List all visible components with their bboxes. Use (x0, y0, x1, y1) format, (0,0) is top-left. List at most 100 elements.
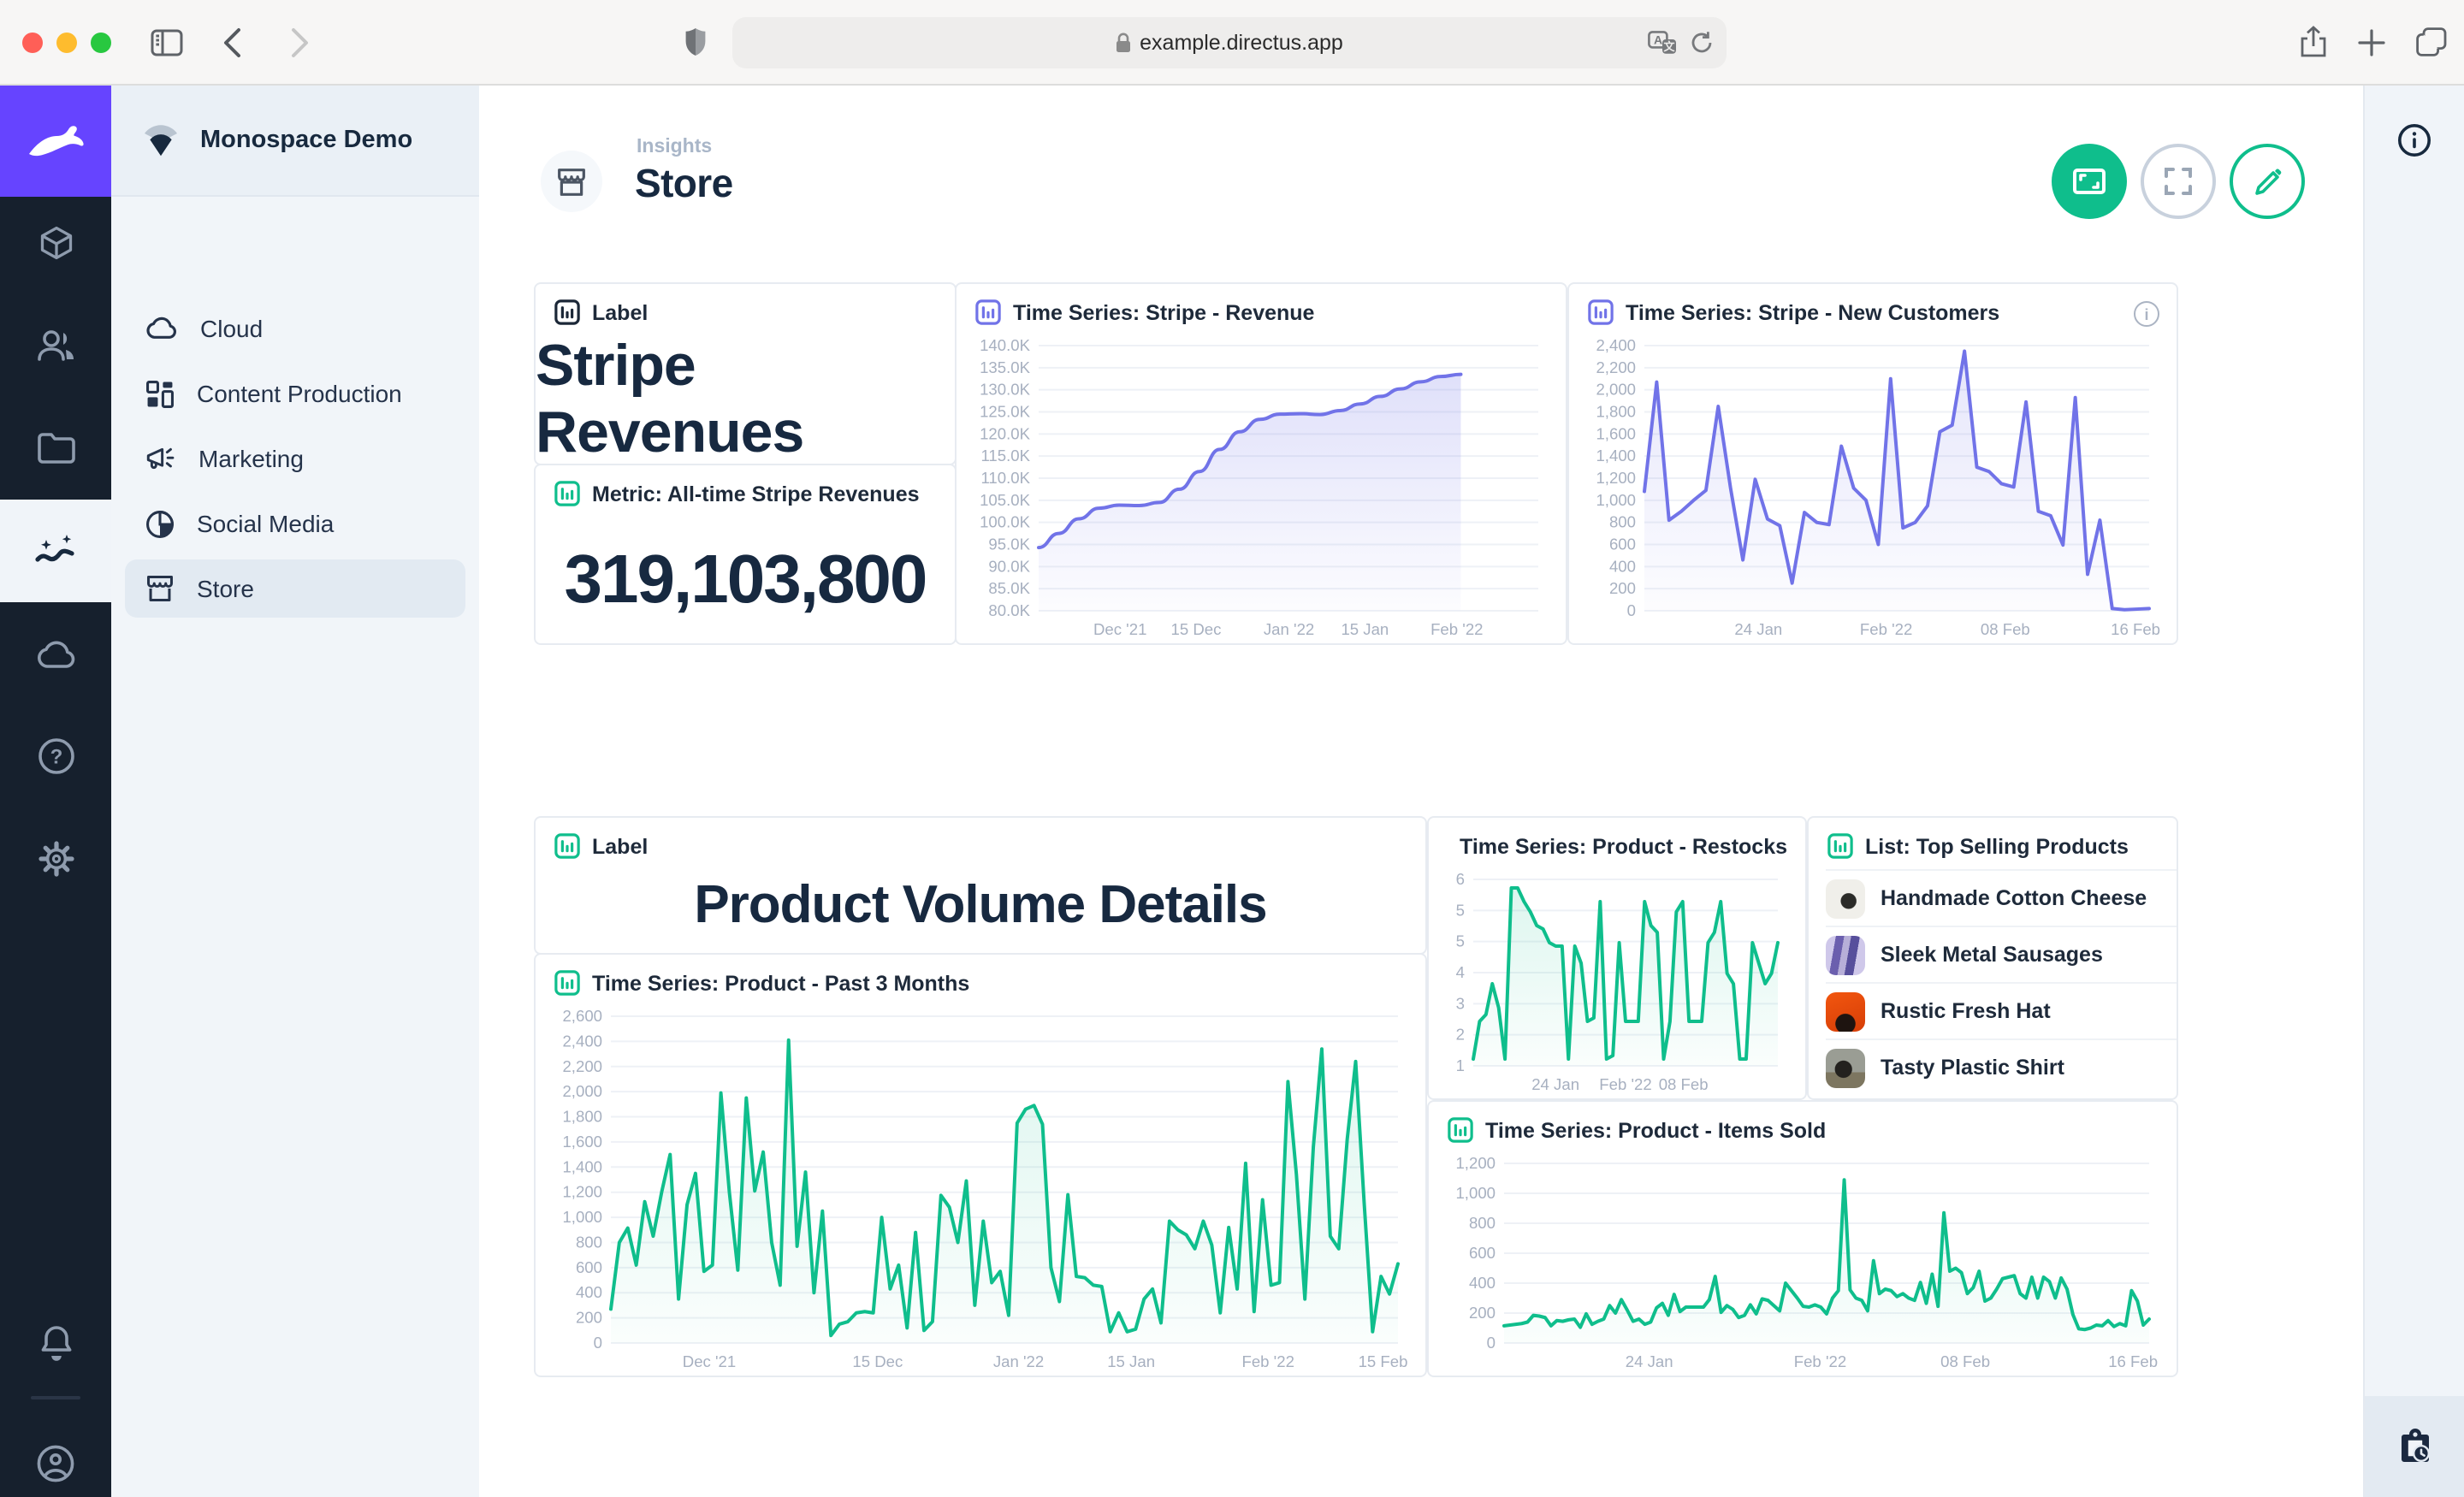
zoom-window-button[interactable] (91, 32, 111, 52)
zen-mode-button[interactable] (2052, 144, 2127, 219)
module-insights-icon[interactable] (0, 500, 111, 602)
svg-text:Feb '22: Feb '22 (1599, 1075, 1651, 1093)
svg-text:85.0K: 85.0K (988, 579, 1030, 597)
svg-text:125.0K: 125.0K (980, 403, 1031, 421)
sidebar-item-cloud[interactable]: Cloud (125, 299, 465, 358)
svg-text:200: 200 (1609, 579, 1636, 597)
panel-title: Time Series: Product - Items Sold (1485, 1118, 1826, 1142)
reload-icon[interactable] (1691, 31, 1713, 55)
module-users-icon[interactable] (0, 294, 111, 397)
sidebar-toggle-icon[interactable] (142, 18, 190, 66)
product-thumbnail (1826, 1048, 1865, 1087)
panel-timeseries-past-3-months[interactable]: Time Series: Product - Past 3 Months 2,6… (534, 953, 1427, 1377)
panel-timeseries-restocks[interactable]: Time Series: Product - Restocks 65543212… (1427, 816, 1807, 1100)
past-3-months-chart: 2,6002,4002,2002,0001,8001,6001,4001,200… (542, 1006, 1412, 1372)
list-item[interactable]: Rustic Fresh Hat (1826, 982, 2177, 1038)
sidebar-item-label: Cloud (200, 315, 263, 342)
svg-text:1,800: 1,800 (1596, 403, 1636, 421)
svg-text:135.0K: 135.0K (980, 358, 1031, 376)
panel-info-icon[interactable]: i (2134, 301, 2159, 327)
share-icon[interactable] (2300, 26, 2327, 58)
address-bar[interactable]: example.directus.app A文 (732, 17, 1727, 68)
sidebar-item-label: Social Media (197, 510, 334, 537)
svg-text:110.0K: 110.0K (980, 469, 1030, 487)
svg-text:24 Jan: 24 Jan (1531, 1075, 1579, 1093)
panel-label-product-volume[interactable]: Label Product Volume Details (534, 816, 1427, 955)
privacy-shield-icon[interactable] (671, 18, 719, 66)
svg-text:800: 800 (576, 1233, 602, 1251)
svg-text:文: 文 (1663, 40, 1675, 53)
list-item[interactable]: Handmade Cotton Cheese (1826, 869, 2177, 926)
edit-dashboard-button[interactable] (2230, 144, 2305, 219)
svg-text:120.0K: 120.0K (980, 424, 1031, 442)
svg-text:130.0K: 130.0K (980, 381, 1031, 399)
stripe-revenue-chart: 140.0K135.0K130.0K125.0K120.0K115.0K110.… (963, 335, 1552, 640)
svg-text:105.0K: 105.0K (980, 491, 1031, 509)
product-thumbnail (1826, 991, 1865, 1031)
svg-text:0: 0 (1487, 1334, 1496, 1352)
panel-title: Time Series: Stripe - New Customers (1626, 300, 1999, 324)
project-logo-icon (142, 124, 180, 157)
svg-text:15 Feb: 15 Feb (1359, 1352, 1408, 1370)
svg-text:1,400: 1,400 (562, 1157, 602, 1175)
megaphone-icon (145, 445, 176, 472)
panel-type-icon (975, 299, 1001, 325)
svg-text:24 Jan: 24 Jan (1734, 620, 1782, 638)
product-name: Sleek Metal Sausages (1881, 943, 2103, 967)
svg-text:1,400: 1,400 (1596, 447, 1636, 464)
breadcrumb[interactable]: Insights (637, 137, 712, 157)
directus-logo[interactable] (0, 86, 111, 197)
svg-text:1,600: 1,600 (562, 1133, 602, 1151)
panel-type-icon (1448, 1117, 1473, 1143)
panel-metric-stripe-revenues[interactable]: Metric: All-time Stripe Revenues 319,103… (534, 464, 957, 645)
svg-text:600: 600 (1609, 535, 1636, 553)
module-cloud-icon[interactable] (0, 602, 111, 705)
panel-list-top-selling-products[interactable]: List: Top Selling Products Handmade Cott… (1807, 816, 2178, 1100)
tab-overview-icon[interactable] (2416, 27, 2447, 56)
svg-text:100.0K: 100.0K (980, 513, 1031, 531)
module-content-icon[interactable] (0, 192, 111, 294)
sidebar-item-content-production[interactable]: Content Production (125, 364, 465, 423)
notifications-bell-icon[interactable] (0, 1292, 111, 1394)
list-item[interactable]: Tasty Plastic Shirt (1826, 1038, 2177, 1095)
navigation-sidebar: Monospace Demo Cloud Content Production … (111, 86, 479, 1497)
panel-timeseries-items-sold[interactable]: Time Series: Product - Items Sold 1,2001… (1427, 1100, 2178, 1377)
svg-text:Jan '22: Jan '22 (993, 1352, 1044, 1370)
panel-type-icon (1588, 299, 1614, 325)
translate-icon[interactable]: A文 (1648, 31, 1677, 55)
info-button[interactable] (2397, 123, 2431, 157)
svg-text:Feb '22: Feb '22 (1794, 1352, 1846, 1370)
svg-text:600: 600 (576, 1258, 602, 1276)
svg-text:1,000: 1,000 (1596, 491, 1636, 509)
panel-timeseries-stripe-revenue[interactable]: Time Series: Stripe - Revenue 140.0K135.… (955, 282, 1567, 645)
page-icon-badge (541, 151, 602, 212)
back-button[interactable] (207, 18, 255, 66)
svg-text:15 Jan: 15 Jan (1107, 1352, 1155, 1370)
svg-text:Feb '22: Feb '22 (1860, 620, 1912, 638)
forward-button[interactable] (275, 18, 323, 66)
module-settings-icon[interactable] (0, 808, 111, 910)
fullscreen-button[interactable] (2141, 144, 2216, 219)
svg-text:1,800: 1,800 (562, 1108, 602, 1126)
list-item[interactable]: Sleek Metal Sausages (1826, 926, 2177, 982)
project-chooser[interactable]: Monospace Demo (111, 86, 479, 197)
activity-log-button[interactable] (2365, 1396, 2464, 1497)
panel-label-stripe[interactable]: Label Stripe Revenues (534, 282, 957, 465)
panel-timeseries-new-customers[interactable]: Time Series: Stripe - New Customers i 2,… (1567, 282, 2178, 645)
user-avatar-icon[interactable] (0, 1411, 111, 1497)
minimize-window-button[interactable] (56, 32, 77, 52)
sidebar-item-store[interactable]: Store (125, 559, 465, 618)
svg-text:Feb '22: Feb '22 (1430, 620, 1483, 638)
svg-text:3: 3 (1456, 994, 1465, 1012)
sidebar-item-marketing[interactable]: Marketing (125, 429, 465, 488)
module-help-icon[interactable]: ? (0, 705, 111, 808)
cloud-icon (145, 317, 178, 340)
label-text: Stripe Revenues (536, 335, 955, 464)
project-name: Monospace Demo (200, 127, 412, 154)
panel-title: Metric: All-time Stripe Revenues (592, 482, 920, 506)
panel-type-icon (1827, 833, 1853, 859)
new-tab-icon[interactable] (2358, 28, 2385, 56)
close-window-button[interactable] (22, 32, 43, 52)
sidebar-item-social-media[interactable]: Social Media (125, 494, 465, 553)
module-files-icon[interactable] (0, 397, 111, 500)
